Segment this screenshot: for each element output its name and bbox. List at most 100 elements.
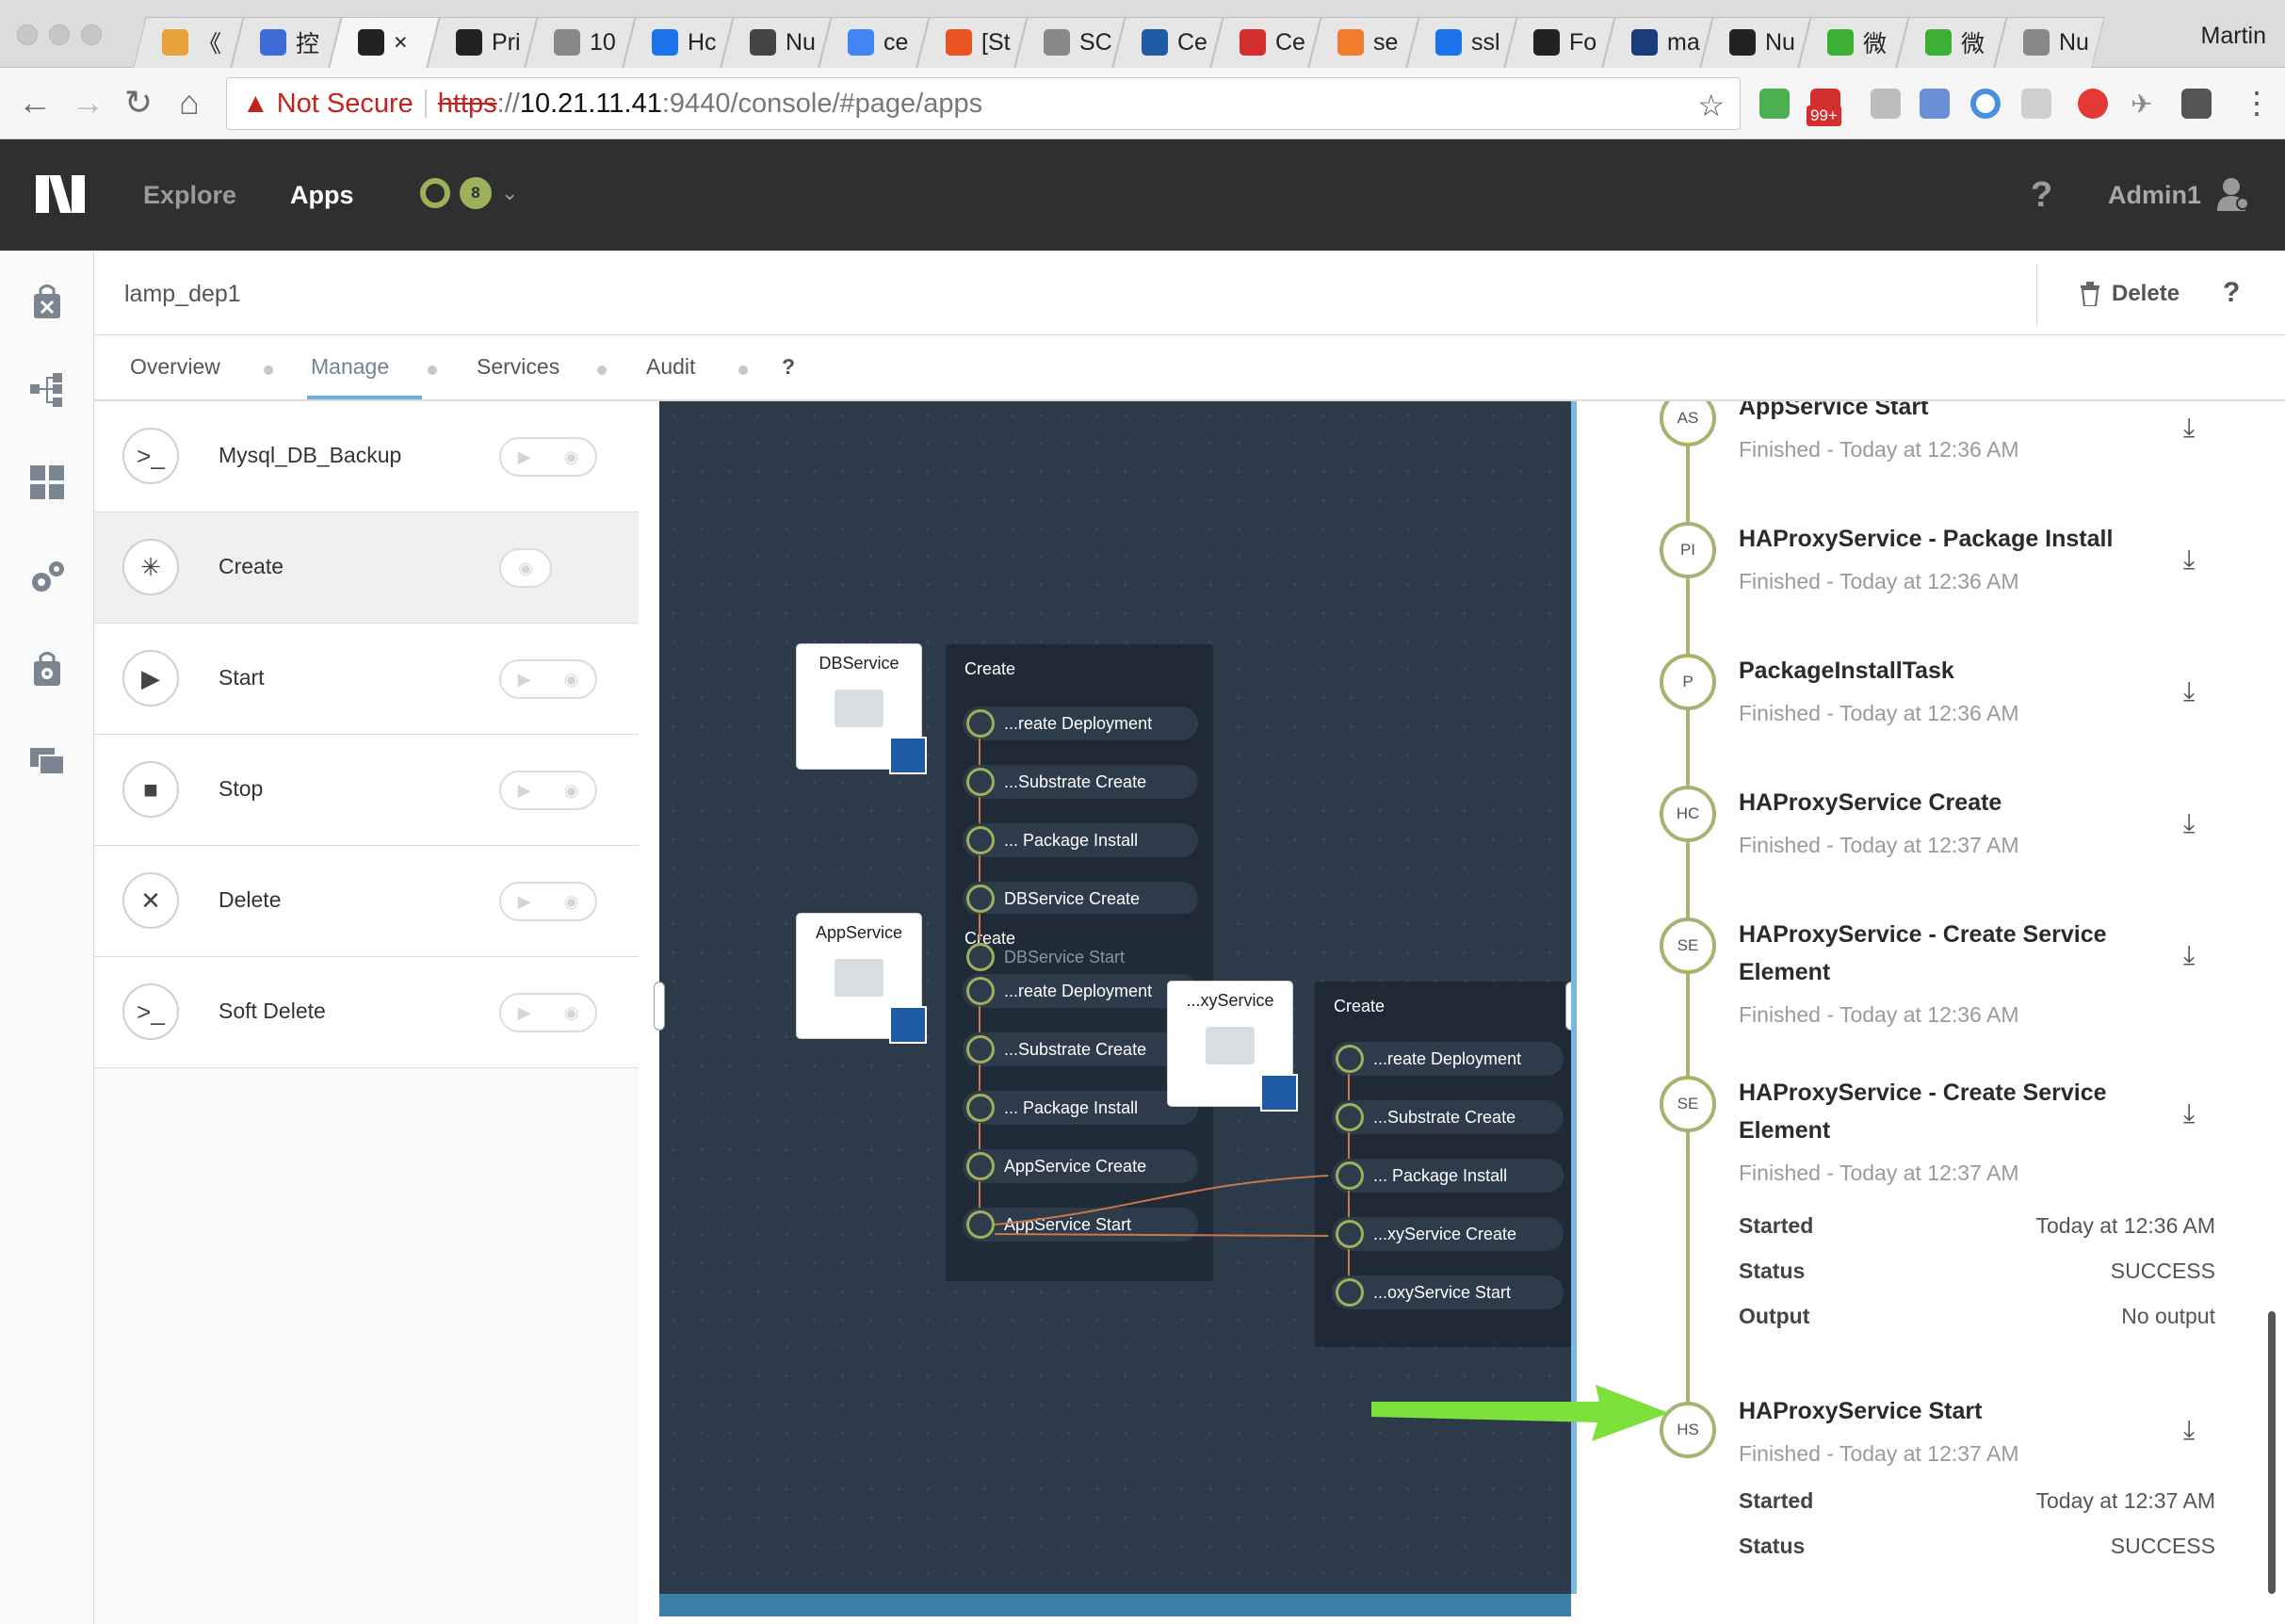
task-create-deployment[interactable]: ...reate Deployment [963,974,1198,1008]
download-icon[interactable]: ⤓ [2183,808,2195,839]
action-delete[interactable]: ✕ Delete ▶ ◉ [94,846,639,957]
task-substrate-create[interactable]: ...Substrate Create [963,1032,1198,1066]
tab-services[interactable]: Services [477,354,559,380]
action-create[interactable]: ✳ Create ◉ [94,512,639,624]
action-soft-delete[interactable]: >_ Soft Delete ▶ ◉ [94,957,639,1068]
left-resize-handle[interactable] [654,982,665,1031]
play-icon[interactable]: ▶ [518,447,531,467]
download-icon[interactable]: ⤓ [2183,544,2195,576]
help-icon[interactable]: ? [2223,277,2240,309]
task-package-install[interactable]: ... Package Install [963,1091,1198,1125]
extension-circle-icon[interactable] [1970,89,2001,119]
security-indicator[interactable]: ▲ Not Secure [242,89,413,120]
user-avatar-icon[interactable] [2217,177,2249,211]
extension-grey-icon[interactable] [1871,89,1901,119]
action-label: Start [219,665,265,690]
download-icon[interactable]: ⤓ [2183,676,2195,707]
eye-icon[interactable]: ◉ [564,670,579,690]
task-haproxyservice-create[interactable]: ...xyService Create [1332,1217,1564,1251]
extension-plane-icon[interactable]: ✈ [2131,89,2161,119]
projects-windows-icon[interactable] [28,742,66,780]
task-appservice-start[interactable]: AppService Start [963,1208,1198,1242]
task-substrate-create[interactable]: ...Substrate Create [1332,1100,1564,1134]
browser-profile-name[interactable]: Martin [2201,23,2266,50]
action-stop[interactable]: ■ Stop ▶ ◉ [94,735,639,846]
marketplace-bag-icon[interactable] [28,283,66,320]
extension-jh-icon[interactable] [1920,89,1950,119]
task-package-install[interactable]: ... Package Install [1332,1159,1564,1193]
timeline-node: HS [1660,1402,1716,1458]
nav-explore[interactable]: Explore [143,181,236,210]
eye-icon[interactable]: ◉ [564,892,579,912]
extension-box-icon[interactable] [2021,89,2051,119]
play-icon[interactable]: ▶ [518,892,531,912]
window-close-button[interactable] [17,24,38,45]
task-label: AppService Start [1004,1214,1132,1234]
task-label: DBService Start [1004,947,1126,966]
task-haproxyservice-start[interactable]: ...oxyService Start [1332,1275,1564,1309]
task-substrate-create[interactable]: ...Substrate Create [963,765,1198,799]
window-zoom-button[interactable] [81,24,102,45]
extension-maps-icon[interactable] [1759,89,1790,119]
blueprint-tree-icon[interactable] [28,371,66,409]
tab-audit[interactable]: Audit [646,354,695,380]
service-card-appservice[interactable]: AppService [797,914,927,1044]
browser-tab-content: se [1337,21,1413,64]
home-icon[interactable]: ⌂ [168,81,211,124]
download-icon[interactable]: ⤓ [2183,1415,2195,1446]
reload-icon[interactable]: ↻ [117,81,160,124]
adblock-icon[interactable] [2078,89,2108,119]
back-arrow-icon[interactable]: ← [13,81,57,124]
tab-help-icon[interactable]: ? [782,354,795,380]
service-card-haproxyservice[interactable]: ...xyService [1168,982,1298,1112]
eye-icon[interactable]: ◉ [564,1003,579,1023]
service-card-dbservice[interactable]: DBService [797,644,927,774]
browser-menu-icon[interactable]: ⋮ [2242,85,2272,121]
help-icon[interactable]: ? [2031,175,2052,216]
tab-manage[interactable]: Manage [311,354,389,380]
task-package-install[interactable]: ... Package Install [963,823,1198,857]
tab-overview[interactable]: Overview [130,354,220,380]
task-status-icon [966,709,995,738]
eye-icon[interactable]: ◉ [564,781,579,801]
task-title: HAProxyService Create [1739,789,2002,816]
nutanix-logo[interactable] [34,173,87,215]
forward-arrow-icon[interactable]: → [66,81,109,124]
eye-icon[interactable]: ◉ [518,559,533,578]
play-icon[interactable]: ▶ [518,781,531,801]
history-scrollbar[interactable] [2268,1311,2276,1594]
timeline-node: HC [1660,786,1716,842]
user-menu[interactable]: Admin1 [2108,181,2201,210]
browser-tab-label: Hc [688,28,717,56]
download-icon[interactable]: ⤓ [2183,1098,2195,1129]
download-icon[interactable]: ⤓ [2183,413,2195,444]
extension-more-icon[interactable] [2181,89,2212,119]
task-label: AppService Create [1004,1156,1147,1176]
task-dbservice-start[interactable]: DBService Start [963,940,1198,974]
address-bar[interactable]: ▲ Not Secure https :// 10.21.11.41 :9440… [226,77,1741,130]
settings-gears-icon[interactable] [28,558,66,595]
play-icon[interactable]: ▶ [518,670,531,690]
alerts-indicator[interactable]: 8 ⌄ [420,177,518,209]
task-appservice-create[interactable]: AppService Create [963,1149,1198,1183]
apps-grid-icon[interactable] [28,463,66,501]
active-tab-underline [307,396,422,399]
eye-icon[interactable]: ◉ [564,447,579,467]
window-minimize-button[interactable] [49,24,70,45]
marketplace-manager-icon[interactable] [28,650,66,688]
task-create-deployment[interactable]: ...reate Deployment [1332,1042,1564,1076]
delete-app-button[interactable]: Delete [2080,281,2180,307]
task-create-deployment[interactable]: ...reate Deployment [963,706,1198,740]
play-icon[interactable]: ▶ [518,1003,531,1023]
task-dbservice-create[interactable]: DBService Create [963,882,1198,916]
action-start[interactable]: ▶ Start ▶ ◉ [94,624,639,735]
service-name: AppService [815,923,903,942]
nav-apps[interactable]: Apps [290,181,354,210]
stop-icon: ■ [122,761,179,818]
bookmark-star-icon[interactable]: ☆ [1697,88,1725,123]
download-icon[interactable]: ⤓ [2183,940,2195,971]
workflow-canvas[interactable]: DBService AppService Create ...reate Dep… [654,401,1577,1616]
task-label: ... Package Install [1004,830,1139,850]
title-divider [2036,264,2037,326]
action-mysql-db-backup[interactable]: >_ Mysql_DB_Backup ▶ ◉ [94,401,639,512]
